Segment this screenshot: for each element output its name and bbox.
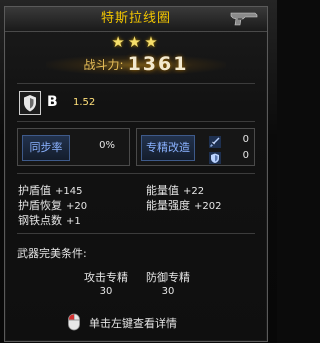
divider [17, 83, 255, 84]
sync-rate-label: 同步率 [22, 135, 70, 161]
sync-rate-value: 0% [99, 140, 115, 151]
grade-letter: B [47, 94, 58, 110]
stat-value: +1 [66, 216, 81, 227]
requirement-value: 30 [161, 286, 175, 297]
stat-value: +145 [55, 186, 83, 197]
grade-row: B 1.52 [17, 91, 255, 117]
pistol-icon [229, 9, 259, 31]
attack-mod-row: 0 [209, 133, 251, 148]
requirement-label: 攻击专精 [84, 271, 128, 284]
stat-label: 能量强度 [146, 199, 190, 212]
click-hint-text: 单击左键查看详情 [89, 317, 177, 330]
mouse-left-click-icon [67, 313, 81, 335]
stat-energy-strength: 能量强度 +202 [146, 197, 221, 213]
divider [17, 173, 255, 174]
requirement-label: 防御专精 [146, 271, 190, 284]
title-bar: 特斯拉线圈 [5, 7, 267, 32]
attack-specialization-requirement: 攻击专精 30 [71, 269, 141, 297]
sync-rate-box: 同步率 0% [17, 128, 130, 166]
divider [17, 121, 255, 122]
stat-shield-regen: 护盾恢复 +20 [18, 197, 87, 213]
divider [17, 233, 255, 234]
stat-label: 护盾恢复 [18, 199, 62, 212]
stat-label: 钢铁点数 [18, 214, 62, 227]
stat-label: 能量值 [146, 184, 179, 197]
stat-value: +20 [66, 201, 88, 212]
stat-energy: 能量值 +22 [146, 182, 204, 198]
perfect-condition-title: 武器完美条件: [17, 247, 87, 260]
item-name: 特斯拉线圈 [100, 11, 171, 26]
stat-value: +202 [194, 201, 222, 212]
grade-value: 1.52 [73, 97, 96, 108]
attack-mod-value: 0 [242, 134, 249, 145]
requirement-value: 30 [99, 286, 113, 297]
shield-icon [19, 91, 41, 115]
combat-power-value: 1361 [127, 53, 189, 75]
specialization-mod-box: 专精改造 0 0 [136, 128, 255, 166]
defense-mod-value: 0 [242, 150, 249, 161]
defense-specialization-requirement: 防御专精 30 [133, 269, 203, 297]
star-rating: ★★★ [111, 33, 161, 51]
item-tooltip: 特斯拉线圈 ★★★ 战斗力: 1361 B 1.52 同步率 0% 专精改造 0… [4, 6, 268, 342]
defense-mod-row: 0 [209, 149, 251, 164]
combat-power-label: 战斗力: [83, 57, 124, 72]
stat-iron-points: 钢铁点数 +1 [18, 212, 81, 228]
stat-shield: 护盾值 +145 [18, 182, 82, 198]
shield-icon [209, 149, 221, 168]
stat-label: 护盾值 [18, 184, 51, 197]
specialization-mod-label: 专精改造 [141, 135, 195, 161]
stat-value: +22 [183, 186, 205, 197]
combat-power: 战斗力: 1361 [5, 53, 267, 77]
